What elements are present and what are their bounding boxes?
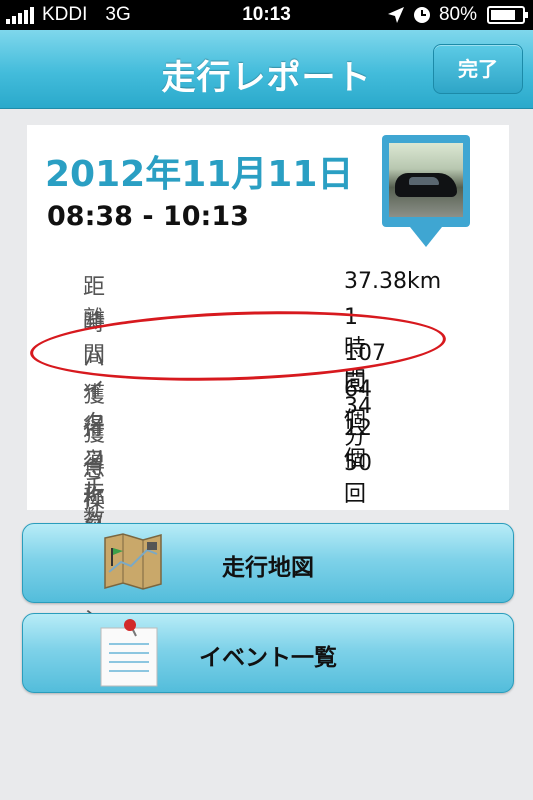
event-list-label: イベント一覧 bbox=[199, 645, 337, 671]
stat-value-sudden-ops: 50回 bbox=[344, 451, 372, 507]
done-button[interactable]: 完了 bbox=[433, 44, 523, 94]
event-list-button[interactable]: イベント一覧 bbox=[22, 613, 514, 693]
stat-value-distance: 37.38km bbox=[344, 269, 442, 294]
battery-icon bbox=[487, 6, 528, 24]
route-map-button[interactable]: 走行地図 bbox=[22, 523, 514, 603]
battery-percent: 80% bbox=[438, 4, 477, 25]
car-photo bbox=[389, 143, 463, 217]
route-map-label: 走行地図 bbox=[222, 555, 314, 581]
location-arrow-icon bbox=[387, 7, 404, 23]
clock-icon bbox=[413, 7, 430, 23]
car-photo-pin[interactable] bbox=[382, 135, 470, 250]
report-date: 2012年11月11日 bbox=[45, 154, 354, 195]
status-bar: KDDI 3G 10:13 80% bbox=[0, 0, 533, 30]
report-time-range: 08:38 - 10:13 bbox=[47, 201, 249, 232]
report-card: 2012年11月11日 08:38 - 10:13 距離 37.38km 時間 … bbox=[27, 125, 509, 632]
navigation-bar: 走行レポート 完了 bbox=[0, 30, 533, 109]
